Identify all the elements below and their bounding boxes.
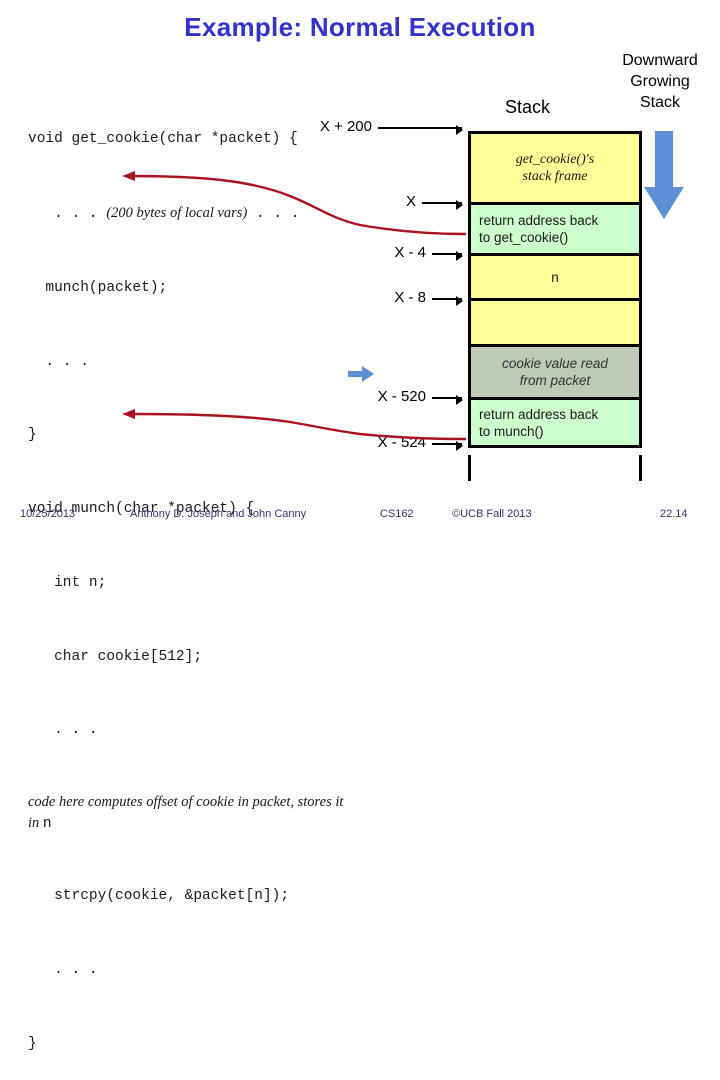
code-line-4: . . . <box>28 353 89 370</box>
page-title: Example: Normal Execution <box>184 12 536 42</box>
address-pointer-x-minus-524 <box>432 441 463 451</box>
code-line-2-post: . . . <box>247 205 300 222</box>
address-pointer-x-plus-200 <box>378 125 463 135</box>
code-line-2-comment: (200 bytes of local vars) <box>106 204 248 221</box>
code-line-13: } <box>28 1035 37 1052</box>
downward-label-line-3: Stack <box>639 94 680 111</box>
slide-footer: 10/25/2013 Anthony D. Joseph and John Ca… <box>0 508 720 528</box>
footer-course: CS162 <box>380 508 414 520</box>
footer-authors: Anthony D. Joseph and John Canny <box>130 508 307 520</box>
strcpy-flow-arrow-icon <box>348 366 374 382</box>
stack-cell-return-address-munch-line-1: return address back <box>479 406 599 422</box>
stack-cell-get-cookie-frame: get_cookie()'s stack frame <box>468 131 642 202</box>
address-pointer-x-minus-520 <box>432 395 463 405</box>
footer-page-number: 22.14 <box>660 508 688 520</box>
code-line-10-var: n <box>42 816 52 833</box>
address-label-x-minus-4: X - 4 <box>394 244 426 261</box>
downward-label-line-1: Downward <box>622 52 698 69</box>
downward-arrow-icon <box>644 131 684 219</box>
code-line-12: . . . <box>28 962 98 979</box>
stack-diagram: get_cookie()'s stack frame return addres… <box>468 131 642 448</box>
code-line-10-comment: code here computes offset of cookie in p… <box>28 792 358 835</box>
address-label-x-plus-200: X + 200 <box>319 118 372 135</box>
code-line-2: . . . (200 bytes of local vars) . . . <box>28 201 388 227</box>
downward-label-line-2: Growing <box>630 73 690 90</box>
code-listing: void get_cookie(char *packet) { . . . (2… <box>28 78 388 1080</box>
address-label-x-minus-520: X - 520 <box>377 388 426 405</box>
code-line-3: munch(packet); <box>28 279 168 296</box>
stack-continuation-region <box>468 455 642 481</box>
stack-cell-cookie-value-line-2: from packet <box>519 373 591 388</box>
stack-cell-cookie-buffer-unwritten <box>468 298 642 344</box>
stack-cell-cookie-value-line-1: cookie value read <box>502 356 608 371</box>
code-line-10-italic: code here computes offset of cookie in p… <box>28 794 344 832</box>
footer-copyright: ©UCB Fall 2013 <box>452 508 532 520</box>
code-line-9: . . . <box>28 722 98 739</box>
address-label-x-minus-8: X - 8 <box>394 289 426 306</box>
stack-cell-return-address-get-cookie: return address back to get_cookie() <box>468 202 642 253</box>
stack-cell-get-cookie-frame-line-1: get_cookie()'s <box>515 152 595 167</box>
stack-heading: Stack <box>505 97 551 117</box>
code-line-5: } <box>28 427 37 444</box>
stack-cell-return-address-munch: return address back to munch() <box>468 397 642 448</box>
stack-cell-n-label: n <box>551 269 559 285</box>
code-line-2-pre: . . . <box>28 205 107 222</box>
address-label-x: X <box>405 193 416 210</box>
stack-cell-return-address-munch-line-2: to munch() <box>479 423 544 439</box>
code-line-7: int n; <box>28 574 107 591</box>
address-label-x-minus-524: X - 524 <box>377 434 426 451</box>
code-line-8: char cookie[512]; <box>28 648 203 665</box>
stack-cell-return-address-get-cookie-line-2: to get_cookie() <box>479 230 569 245</box>
code-line-11: strcpy(cookie, &packet[n]); <box>28 888 290 905</box>
stack-cell-return-address-get-cookie-line-1: return address back <box>479 213 599 228</box>
stack-cell-n: n <box>468 253 642 298</box>
stack-cell-get-cookie-frame-line-2: stack frame <box>522 169 588 184</box>
footer-date: 10/25/2013 <box>20 508 76 520</box>
downward-growing-stack-label: Downward Growing Stack <box>604 50 716 113</box>
address-pointer-x-minus-4 <box>432 251 463 261</box>
stack-cell-cookie-value: cookie value read from packet <box>468 344 642 397</box>
address-pointer-x <box>422 200 463 210</box>
address-pointer-x-minus-8 <box>432 296 463 306</box>
